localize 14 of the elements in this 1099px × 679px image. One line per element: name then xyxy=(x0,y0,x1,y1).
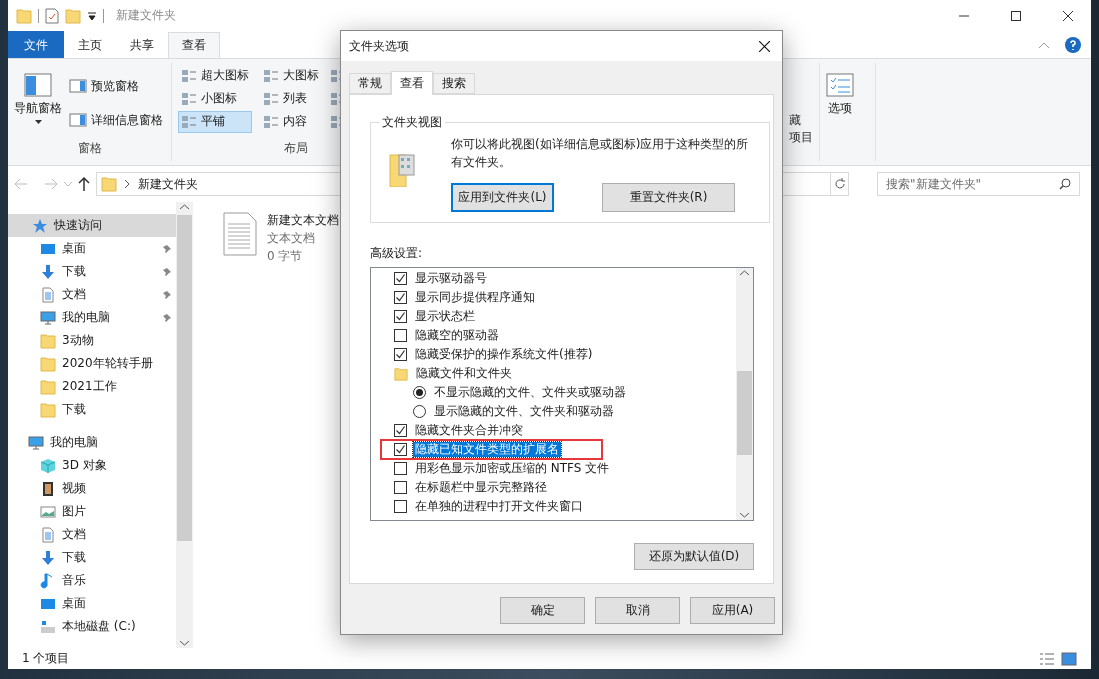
file-size: 0 字节 xyxy=(267,248,304,264)
ribbon-label: 藏 xyxy=(789,112,802,129)
dialog-title: 文件夹选项 xyxy=(349,37,409,55)
file-name: 新建文本文档 xyxy=(267,212,339,228)
group-legend: 文件夹视图 xyxy=(379,114,445,131)
ribbon-label: 项目 xyxy=(789,129,813,146)
window-title: 新建文件夹 xyxy=(116,7,177,24)
setting-group-label: 隐藏文件和文件夹 xyxy=(415,366,513,381)
group-label: 窗格 xyxy=(77,140,102,157)
description-text: 你可以将此视图(如详细信息或图标)应用于这种类型的所有文件夹。 xyxy=(451,136,750,171)
group-label: 布局 xyxy=(283,140,308,157)
item-count: 1 个项目 xyxy=(22,650,70,667)
file-type: 文本文档 xyxy=(267,230,316,246)
section-label: 高级设置: xyxy=(370,245,424,262)
